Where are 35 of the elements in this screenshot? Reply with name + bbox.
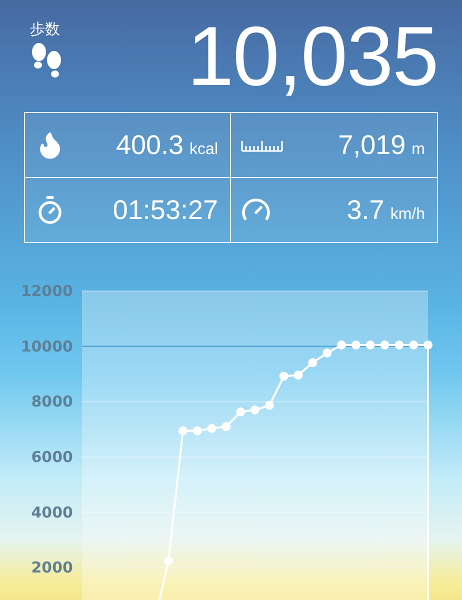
- stat-value: 01:53:27: [112, 194, 218, 226]
- y-axis-label: 6000: [31, 448, 73, 466]
- stat-value: 400.3: [116, 130, 184, 160]
- data-point: [366, 340, 375, 350]
- data-point: [322, 348, 332, 358]
- data-point: [207, 424, 216, 433]
- ruler-icon: [241, 138, 283, 152]
- data-point: [250, 405, 260, 414]
- data-point: [394, 340, 404, 350]
- data-point: [279, 372, 288, 381]
- stat-unit: m: [412, 140, 425, 158]
- data-point: [164, 556, 173, 566]
- stat-value: 7,019: [338, 130, 406, 160]
- data-point: [264, 400, 274, 410]
- step-count: 10,035: [187, 14, 438, 98]
- y-axis-label: 10000: [20, 337, 73, 356]
- data-point: [409, 340, 418, 350]
- data-point: [236, 407, 246, 416]
- y-axis-label: 8000: [31, 392, 73, 411]
- stat-unit: km/h: [390, 206, 425, 224]
- y-axis-label: 2000: [31, 558, 73, 577]
- footprints-icon: [30, 43, 64, 79]
- data-point: [294, 370, 303, 380]
- stat-unit: kcal: [190, 140, 218, 158]
- data-point: [192, 426, 202, 436]
- data-point: [178, 426, 188, 436]
- data-point: [308, 358, 318, 368]
- y-axis-label: 4000: [31, 503, 73, 522]
- data-point: [351, 340, 360, 350]
- stat-value: 3.7: [346, 194, 384, 226]
- data-point: [380, 340, 390, 350]
- data-point: [337, 340, 346, 350]
- y-axis-label: 12000: [20, 282, 73, 300]
- steps-label: 歩数: [30, 20, 60, 39]
- data-point: [222, 422, 231, 432]
